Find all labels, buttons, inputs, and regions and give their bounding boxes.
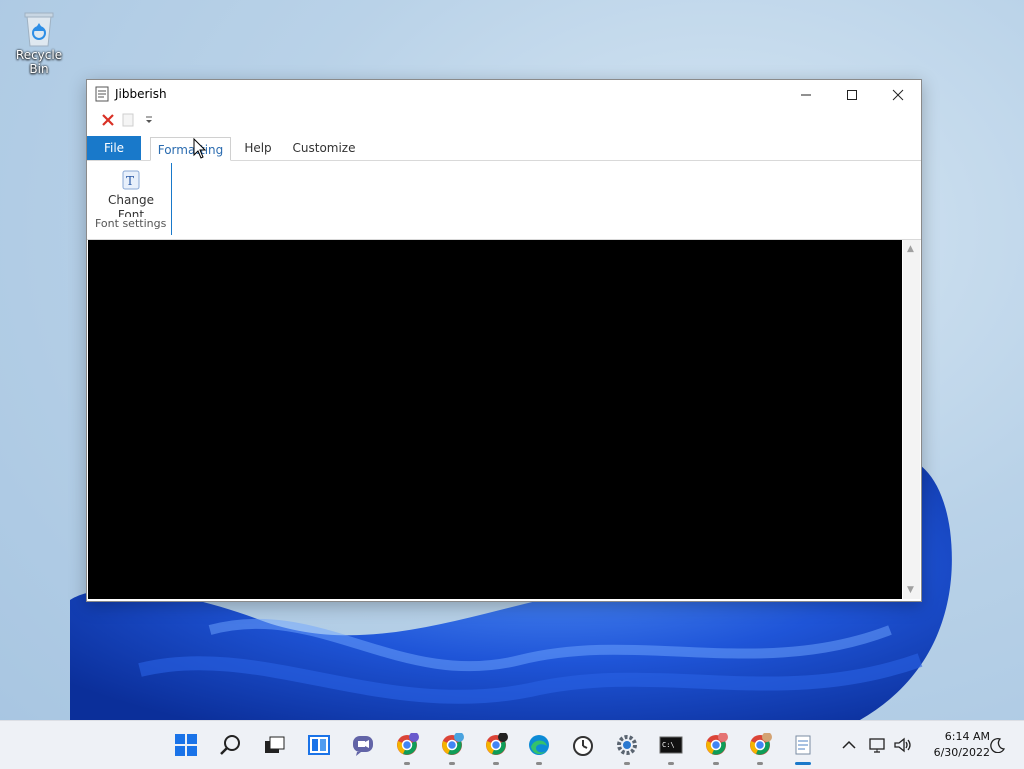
qat-new-button[interactable]: [119, 111, 137, 129]
moon-icon: [990, 738, 1006, 753]
taskbar-chrome-2[interactable]: [436, 729, 468, 765]
ribbon-group-label: Font settings: [95, 217, 167, 230]
terminal-icon: C:\: [659, 736, 683, 754]
app-window: Jibberish File Formatting Help Customize: [86, 79, 922, 602]
close-button[interactable]: [875, 80, 921, 110]
ribbon-group-separator: [171, 163, 172, 235]
running-indicator: [493, 762, 499, 765]
svg-text:T: T: [126, 174, 134, 188]
scroll-up-icon[interactable]: ▲: [907, 244, 914, 254]
clock-app-icon: [573, 736, 593, 756]
chrome-profile-icon: [706, 733, 728, 755]
taskbar-chrome-3[interactable]: [480, 729, 512, 765]
running-indicator: [668, 762, 674, 765]
search-icon: [220, 735, 240, 755]
chrome-profile-icon: [442, 733, 464, 755]
running-indicator: [624, 762, 630, 765]
chrome-profile-icon: [397, 733, 419, 755]
change-font-label-line2: Font: [117, 208, 145, 217]
font-icon: T: [121, 169, 141, 191]
mouse-cursor-icon: [193, 138, 207, 159]
network-icon: [869, 738, 885, 753]
running-indicator: [449, 762, 455, 765]
qat-close-button[interactable]: [99, 111, 117, 129]
app-icon: [95, 86, 109, 102]
running-indicator: [757, 762, 763, 765]
tab-help[interactable]: Help: [237, 136, 279, 160]
settings-icon: [617, 735, 637, 755]
start-button[interactable]: [170, 729, 202, 761]
ribbon-panel: T Change Font Font settings: [87, 161, 921, 240]
ribbon-tabs: File Formatting Help Customize: [87, 136, 921, 161]
taskbar-edge[interactable]: [523, 729, 555, 765]
taskbar-chrome-1[interactable]: [391, 729, 423, 765]
running-indicator: [536, 762, 542, 765]
svg-text:C:\: C:\: [662, 741, 675, 749]
window-title: Jibberish: [115, 87, 167, 101]
windows-start-icon: [175, 734, 197, 756]
widgets-button[interactable]: [303, 729, 335, 761]
task-view-button[interactable]: [258, 729, 290, 761]
taskbar-notepad-active[interactable]: [787, 729, 819, 765]
taskbar-terminal[interactable]: C:\: [655, 729, 687, 765]
dropdown-icon: [146, 116, 152, 123]
focus-assist-button[interactable]: [986, 729, 1010, 761]
system-clock[interactable]: 6:14 AM 6/30/2022: [918, 729, 990, 761]
chrome-profile-icon: [750, 733, 772, 755]
show-hidden-icons-button[interactable]: [834, 729, 864, 761]
close-icon: [892, 89, 904, 101]
tab-customize[interactable]: Customize: [287, 136, 361, 160]
tab-file[interactable]: File: [87, 136, 141, 160]
chevron-up-icon: [842, 740, 856, 749]
quick-access-toolbar: [99, 111, 169, 131]
taskbar: C:\ 6:14 AM 6/30/2022: [0, 720, 1024, 769]
maximize-button[interactable]: [829, 80, 875, 110]
search-button[interactable]: [215, 729, 247, 761]
taskbar-chrome-5[interactable]: [744, 729, 776, 765]
chat-icon: [353, 736, 373, 756]
red-x-icon: [102, 114, 114, 126]
qat-customize-dropdown[interactable]: [143, 111, 155, 129]
clock-time: 6:14 AM: [944, 730, 990, 743]
maximize-icon: [847, 90, 857, 100]
recycle-bin-label: Recycle Bin: [15, 48, 63, 76]
tab-formatting[interactable]: Formatting: [150, 137, 231, 161]
edge-icon: [529, 735, 549, 755]
taskbar-settings[interactable]: [611, 729, 643, 765]
running-indicator: [713, 762, 719, 765]
scroll-down-icon[interactable]: ▼: [907, 585, 914, 595]
taskbar-clock-app[interactable]: [567, 729, 599, 761]
title-bar[interactable]: Jibberish: [87, 80, 921, 110]
text-editor-area[interactable]: [88, 240, 902, 599]
running-indicator: [404, 762, 410, 765]
active-indicator: [795, 762, 811, 765]
recycle-bin-icon: [22, 8, 56, 48]
new-document-icon: [122, 113, 134, 127]
chat-button[interactable]: [347, 729, 379, 761]
minimize-icon: [801, 94, 811, 96]
notepad-icon: [795, 735, 811, 755]
network-status[interactable]: [864, 729, 892, 761]
volume-icon: [894, 737, 911, 753]
change-font-button[interactable]: T Change Font: [105, 165, 157, 217]
volume-control[interactable]: [890, 729, 916, 761]
taskbar-chrome-4[interactable]: [700, 729, 732, 765]
task-view-icon: [265, 736, 285, 753]
minimize-button[interactable]: [783, 80, 829, 110]
clock-date: 6/30/2022: [933, 746, 990, 759]
recycle-bin-shortcut[interactable]: Recycle Bin: [6, 8, 72, 76]
change-font-label-line1: Change: [108, 193, 154, 207]
chrome-profile-icon: [486, 733, 508, 755]
widgets-icon: [308, 735, 330, 755]
vertical-scrollbar[interactable]: ▲ ▼: [903, 240, 920, 599]
